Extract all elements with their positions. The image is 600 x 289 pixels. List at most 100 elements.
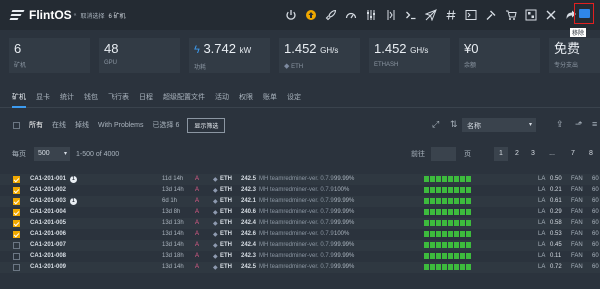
rig-name[interactable]: CA1-201-003 xyxy=(30,198,66,204)
share-menu-icon[interactable]: ⬏ xyxy=(575,119,583,130)
filter-online[interactable]: 在线 xyxy=(52,120,66,130)
table-row[interactable]: CA1-201-002 13d 14h A ◆ ETH 242.3 MH teamredmi… xyxy=(0,185,600,196)
row-checkbox[interactable] xyxy=(13,264,20,271)
gauge-icon[interactable] xyxy=(341,7,361,23)
tab-super-profiles[interactable]: 超级配置文件 xyxy=(163,86,205,108)
row-checkbox[interactable] xyxy=(13,198,20,205)
tab-activity[interactable]: 活动 xyxy=(215,86,229,108)
cart-icon[interactable] xyxy=(501,7,521,23)
row-checkbox[interactable] xyxy=(13,253,20,260)
collapse-icon[interactable]: « xyxy=(74,12,77,18)
row-checkbox[interactable] xyxy=(13,176,20,183)
hash-icon[interactable] xyxy=(441,7,461,23)
load-average: 0.29 xyxy=(550,209,562,215)
logo-text: FlintOS xyxy=(29,8,72,22)
page-7[interactable]: 7 xyxy=(566,147,580,161)
deselect-link[interactable]: 取消选择 xyxy=(80,11,104,20)
rig-name[interactable]: CA1-201-004 xyxy=(30,209,66,215)
upload-icon[interactable]: ⇪ xyxy=(556,119,564,130)
row-checkbox[interactable] xyxy=(13,242,20,249)
select-all-checkbox[interactable] xyxy=(13,121,20,129)
accepted-percent: 99.99% xyxy=(334,264,355,270)
load-average: 0.53 xyxy=(550,231,562,237)
console-icon[interactable] xyxy=(461,7,481,23)
remove-button[interactable] xyxy=(574,3,594,24)
page-ellipsis: ... xyxy=(549,150,555,157)
menu-icon[interactable]: ≡ xyxy=(592,119,597,129)
row-checkbox[interactable] xyxy=(13,209,20,216)
fan-value: 60 xyxy=(592,242,599,248)
coin: ETH xyxy=(220,264,232,270)
tab-wallets[interactable]: 钱包 xyxy=(84,86,98,108)
rig-name[interactable]: CA1-201-009 xyxy=(30,264,66,270)
uptime: 13d 8h xyxy=(162,209,181,215)
per-page-select[interactable]: 500 ▾ xyxy=(34,147,70,161)
rig-name[interactable]: CA1-201-007 xyxy=(30,242,66,248)
tab-flight-sheets[interactable]: 飞行表 xyxy=(108,86,129,108)
table-row[interactable]: CA1-201-006 13d 14h A ◆ ETH 242.6 MH teamredmi… xyxy=(0,229,600,240)
gpu-health-bars xyxy=(424,231,471,237)
gpu-status-bar xyxy=(460,242,465,248)
selected-count: 6 矿机 xyxy=(108,13,126,20)
rig-name[interactable]: CA1-201-002 xyxy=(30,187,66,193)
tab-billing[interactable]: 账单 xyxy=(263,86,277,108)
filter-selected[interactable]: 已选择 6 xyxy=(153,120,180,130)
table-row[interactable]: CA1-201-001 1 11d 14h A ◆ ETH 242.5 MH teamredm… xyxy=(0,174,600,185)
hammer-icon[interactable] xyxy=(481,7,501,23)
accepted-percent: 99.99% xyxy=(334,198,355,204)
gpu-status-bar xyxy=(436,264,441,270)
tab-stats[interactable]: 统计 xyxy=(60,86,74,108)
qr-icon[interactable] xyxy=(521,7,541,23)
accepted-percent: 99.99% xyxy=(334,209,355,215)
filter-problems[interactable]: With Problems xyxy=(98,122,144,129)
fan-value: 60 xyxy=(592,220,599,226)
tools-icon[interactable] xyxy=(541,7,561,23)
gpu-health-bars xyxy=(424,220,471,226)
table-row[interactable]: CA1-201-005 13d 13h A ◆ ETH 242.4 MH teamredmi… xyxy=(0,218,600,229)
table-row[interactable]: CA1-201-004 13d 8h A ◆ ETH 240.6 MH teamredmin… xyxy=(0,207,600,218)
tab-settings[interactable]: 设定 xyxy=(287,86,301,108)
row-checkbox[interactable] xyxy=(13,220,20,227)
filter-all[interactable]: 所有 xyxy=(29,120,43,130)
tab-rigs[interactable]: 矿机 xyxy=(12,86,26,108)
stat-label: 专分支出 xyxy=(554,63,579,69)
row-checkbox[interactable] xyxy=(13,231,20,238)
upgrade-icon[interactable] xyxy=(301,7,321,23)
tab-gpus[interactable]: 显卡 xyxy=(36,86,50,108)
rocket-icon[interactable] xyxy=(321,7,341,23)
show-selected-button[interactable]: 显示筛选 xyxy=(187,117,226,133)
table-row[interactable]: CA1-201-008 13d 18h A ◆ ETH 242.3 MH teamredmi… xyxy=(0,251,600,262)
page-2[interactable]: 2 xyxy=(510,147,524,161)
rig-name[interactable]: CA1-201-006 xyxy=(30,231,66,237)
rig-name[interactable]: CA1-201-008 xyxy=(30,253,66,259)
page-1[interactable]: 1 xyxy=(494,147,508,161)
gpu-status-bar xyxy=(430,220,435,226)
goto-page-input[interactable] xyxy=(431,147,456,161)
expand-icon[interactable]: ⤢ xyxy=(432,119,439,130)
sort-order-icon[interactable]: ⇅ xyxy=(450,119,458,130)
tab-permissions[interactable]: 权限 xyxy=(239,86,253,108)
power-icon[interactable] xyxy=(281,7,301,23)
gpu-status-bar xyxy=(460,231,465,237)
page-3[interactable]: 3 xyxy=(526,147,540,161)
rig-name[interactable]: CA1-201-005 xyxy=(30,220,66,226)
terminal-icon[interactable] xyxy=(401,7,421,23)
tab-schedule[interactable]: 日程 xyxy=(139,86,153,108)
flash-icon[interactable] xyxy=(381,7,401,23)
table-row[interactable]: CA1-201-009 13d 14h A ◆ ETH 242.5 MH teamredmi… xyxy=(0,262,600,273)
row-checkbox[interactable] xyxy=(13,187,20,194)
logo[interactable]: FlintOS « xyxy=(9,8,77,22)
sort-select[interactable]: 名称 ▾ xyxy=(462,118,536,132)
uptime: 13d 14h xyxy=(162,242,184,248)
gpu-status-bar xyxy=(460,220,465,226)
sliders-icon[interactable] xyxy=(361,7,381,23)
send-icon[interactable] xyxy=(421,7,441,23)
table-row[interactable]: CA1-201-003 1 6d 1h A ◆ ETH 242.1 MH teamredmin… xyxy=(0,196,600,207)
filter-offline[interactable]: 掉线 xyxy=(75,120,89,130)
table-row[interactable]: CA1-201-007 13d 14h A ◆ ETH 242.4 MH teamredmi… xyxy=(0,240,600,251)
gpu-status-bar xyxy=(454,253,459,259)
gpu-status-bar xyxy=(448,209,453,215)
rig-name[interactable]: CA1-201-001 xyxy=(30,176,66,182)
page-8[interactable]: 8 xyxy=(584,147,598,161)
pagination-bar: 每页 500 ▾ 1-500 of 4000 前往 页 1 2 3 ... 7 8 xyxy=(0,144,600,164)
